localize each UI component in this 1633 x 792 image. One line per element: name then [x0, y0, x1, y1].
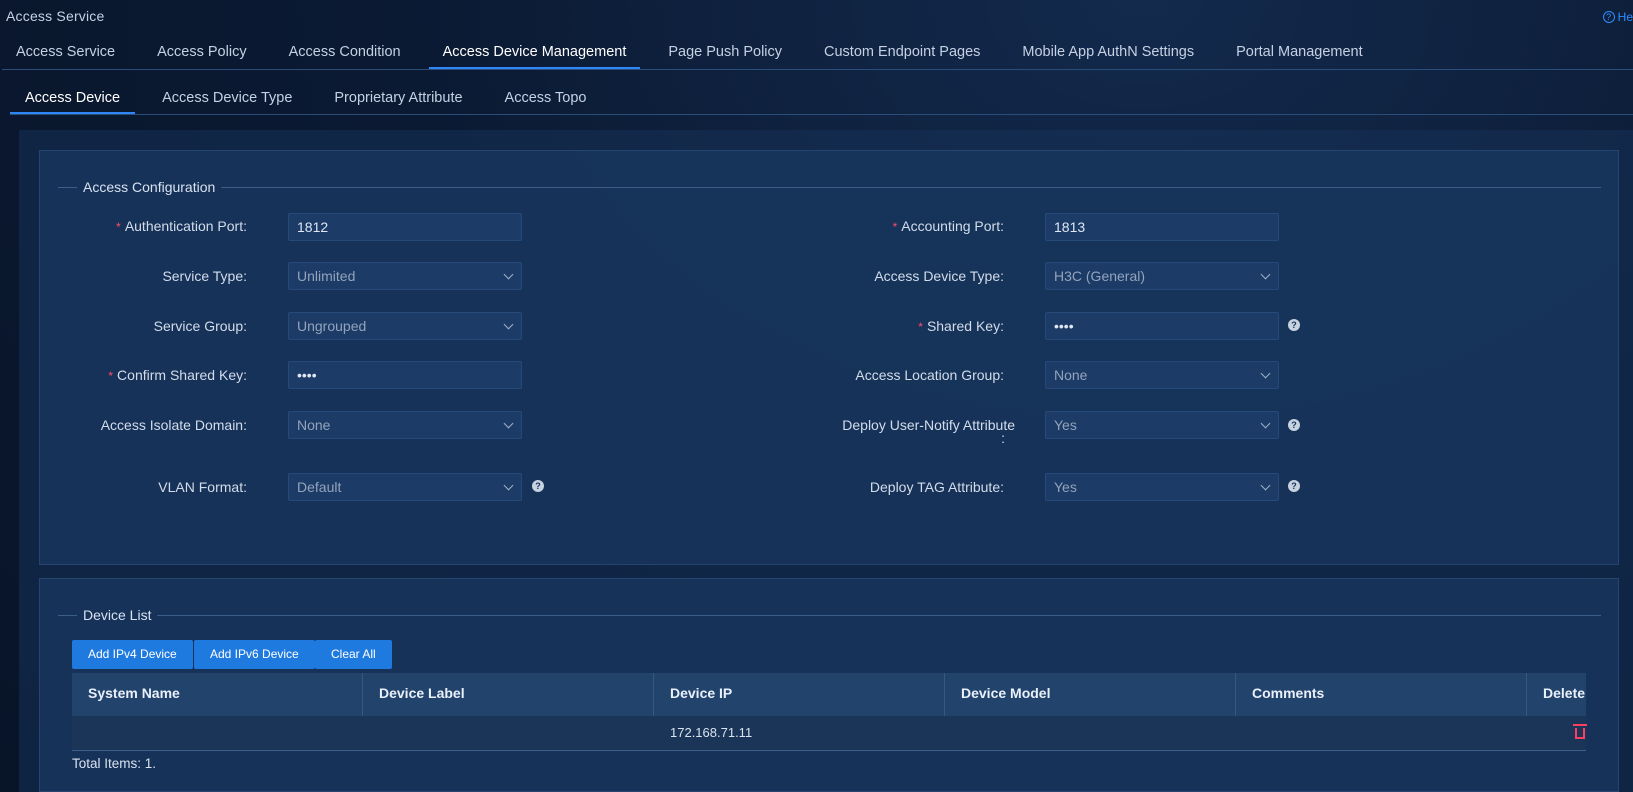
total-items: Total Items: 1. — [72, 756, 157, 771]
help-tooltip-icon[interactable]: ? — [1288, 419, 1300, 431]
column-header[interactable]: Device IP — [654, 673, 945, 716]
help-link[interactable]: ? He — [1602, 10, 1633, 24]
access-configuration-card — [39, 150, 1619, 565]
add-ipv4-device-button[interactable]: Add IPv4 Device — [72, 640, 193, 669]
confirm-shared-key-label: * Confirm Shared Key: — [108, 367, 247, 383]
chevron-down-icon — [503, 418, 514, 429]
acct-port-label: * Accounting Port: — [892, 218, 1004, 234]
required-mark: * — [918, 320, 923, 334]
app-title: Access Service — [6, 8, 105, 24]
tab-portal-management[interactable]: Portal Management — [1222, 38, 1377, 69]
vlan-format-label: VLAN Format: — [158, 479, 247, 495]
tab-access-device-management[interactable]: Access Device Management — [428, 38, 641, 69]
top-bar: Access Service ? He — [0, 0, 1633, 34]
sub-tab-bar: Access Device Access Device Type Proprie… — [10, 84, 1633, 115]
device-ip-cell: 172.168.71.11 — [670, 725, 753, 740]
access-isolate-domain-label: Access Isolate Domain: — [100, 417, 247, 433]
table-header: System Name Device Label Device IP Devic… — [72, 673, 1586, 716]
column-header[interactable]: Device Label — [363, 673, 654, 716]
column-header[interactable]: Device Model — [945, 673, 1236, 716]
help-tooltip-icon[interactable]: ? — [532, 480, 544, 492]
comments-cell — [1236, 716, 1527, 751]
device-model-cell — [945, 716, 1236, 751]
access-isolate-domain-select[interactable]: None — [288, 411, 522, 439]
shared-key-input[interactable]: •••• — [1045, 312, 1279, 340]
required-mark: * — [108, 369, 114, 383]
trash-icon[interactable] — [1573, 724, 1587, 739]
help-tooltip-icon[interactable]: ? — [1288, 480, 1300, 492]
required-mark: * — [116, 220, 121, 234]
service-type-label: Service Type: — [162, 268, 247, 284]
help-icon: ? — [1602, 11, 1615, 23]
tab-access-condition[interactable]: Access Condition — [275, 38, 415, 69]
help-tooltip-icon[interactable]: ? — [1288, 319, 1300, 331]
deploy-tag-label: Deploy TAG Attribute: — [869, 479, 1004, 495]
main-tab-bar: Access Service Access Policy Access Cond… — [2, 38, 1633, 70]
access-configuration-legend: Access Configuration — [58, 177, 1601, 197]
required-mark: * — [892, 220, 898, 234]
deploy-tag-select[interactable]: Yes — [1045, 473, 1279, 501]
section-title: Device List — [83, 607, 152, 623]
deploy-user-notify-select[interactable]: Yes — [1045, 411, 1279, 439]
device-table: System Name Device Label Device IP Devic… — [72, 673, 1587, 751]
access-device-type-select[interactable]: H3C (General) — [1045, 262, 1279, 290]
shared-key-label: * Shared Key: — [918, 318, 1004, 334]
access-device-type-label: Access Device Type: — [874, 268, 1004, 284]
clear-all-button[interactable]: Clear All — [315, 640, 392, 669]
acct-port-input[interactable]: 1813 — [1045, 213, 1279, 241]
auth-port-label: * Authentication Port: — [116, 218, 247, 234]
help-label: He — [1617, 10, 1633, 24]
service-group-label: Service Group: — [153, 318, 247, 334]
table-row[interactable]: 172.168.71.11 — [72, 716, 1587, 751]
column-header: Delete — [1543, 685, 1586, 701]
vlan-format-select[interactable]: Default — [288, 473, 522, 501]
column-header[interactable]: System Name — [72, 673, 363, 716]
system-name-cell — [72, 716, 363, 751]
access-location-group-label: Access Location Group: — [855, 367, 1004, 383]
tab-proprietary-attribute[interactable]: Proprietary Attribute — [319, 84, 477, 114]
device-label-cell — [363, 716, 654, 751]
access-location-group-select[interactable]: None — [1045, 361, 1279, 389]
tab-page-push-policy[interactable]: Page Push Policy — [654, 38, 796, 69]
tab-access-topo[interactable]: Access Topo — [490, 84, 602, 114]
chevron-down-icon — [503, 480, 514, 491]
tab-access-device-type[interactable]: Access Device Type — [147, 84, 307, 114]
confirm-shared-key-input[interactable]: •••• — [288, 361, 522, 389]
service-group-select[interactable]: Ungrouped — [288, 312, 522, 340]
column-header[interactable]: Comments — [1236, 673, 1527, 716]
service-type-select[interactable]: Unlimited — [288, 262, 522, 290]
chevron-down-icon — [503, 319, 514, 330]
chevron-down-icon — [1260, 269, 1271, 280]
chevron-down-icon — [503, 269, 514, 280]
tab-access-service[interactable]: Access Service — [2, 38, 129, 69]
add-ipv6-device-button[interactable]: Add IPv6 Device — [194, 640, 315, 669]
chevron-down-icon — [1260, 368, 1271, 379]
tab-custom-endpoint-pages[interactable]: Custom Endpoint Pages — [810, 38, 994, 69]
tab-mobile-app-authn-settings[interactable]: Mobile App AuthN Settings — [1008, 38, 1208, 69]
delete-cell — [1527, 716, 1587, 751]
chevron-down-icon — [1260, 480, 1271, 491]
section-title: Access Configuration — [83, 179, 216, 195]
tab-access-policy[interactable]: Access Policy — [143, 38, 260, 69]
device-list-legend: Device List — [58, 605, 1601, 625]
chevron-down-icon — [1260, 418, 1271, 429]
auth-port-input[interactable]: 1812 — [288, 213, 522, 241]
tab-access-device[interactable]: Access Device — [10, 84, 136, 114]
deploy-user-notify-label: Deploy User-Notify Attribute : — [842, 417, 1015, 446]
